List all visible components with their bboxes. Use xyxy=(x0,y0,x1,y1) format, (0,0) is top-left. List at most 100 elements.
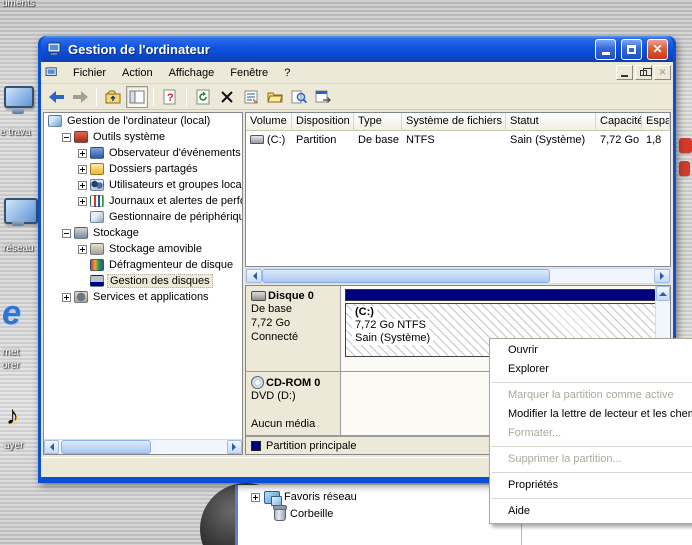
scrollbar-thumb[interactable] xyxy=(262,269,550,283)
up-level-button[interactable] xyxy=(102,86,124,108)
tree-item-gestion-ordinateur[interactable]: Gestion de l'ordinateur (local) xyxy=(44,113,242,129)
expand-icon[interactable] xyxy=(78,245,87,254)
forward-button[interactable] xyxy=(69,86,91,108)
ctx-aide[interactable]: Aide xyxy=(490,502,692,521)
child-restore-button[interactable] xyxy=(635,65,652,80)
toolbar: ? xyxy=(41,84,673,110)
ctx-modifier-lettre[interactable]: Modifier la lettre de lecteur et les che… xyxy=(490,405,692,424)
maximize-button[interactable] xyxy=(621,39,642,60)
column-header-statut[interactable]: Statut xyxy=(506,113,596,131)
tree-item-stockage[interactable]: Stockage xyxy=(44,225,242,241)
find-icon xyxy=(291,89,308,105)
ctx-supprimer-partition[interactable]: Supprimer la partition... xyxy=(490,450,692,469)
open-folder-button[interactable] xyxy=(264,86,286,108)
console-tree-pane[interactable]: Gestion de l'ordinateur (local) Outils s… xyxy=(43,112,243,455)
event-viewer-icon xyxy=(90,147,104,159)
ctx-ouvrir[interactable]: Ouvrir xyxy=(490,341,692,360)
child-minimize-button[interactable] xyxy=(616,65,633,80)
column-header-espace-libre[interactable]: Espace libre xyxy=(642,113,670,131)
primary-partition-color-swatch xyxy=(251,441,261,451)
scroll-left-button[interactable] xyxy=(246,269,262,283)
menu-aide[interactable]: ? xyxy=(276,64,298,82)
child-close-button[interactable]: ✕ xyxy=(654,65,671,80)
scroll-right-button[interactable] xyxy=(654,269,670,283)
media-player-icon[interactable]: ♪ xyxy=(6,402,19,428)
scroll-right-button[interactable] xyxy=(227,440,242,454)
back-button[interactable] xyxy=(45,86,67,108)
scrollbar-thumb[interactable] xyxy=(61,440,151,454)
partition-status: Sain (Système) xyxy=(352,332,433,345)
tree-item-label: Stockage xyxy=(91,227,141,239)
column-header-systeme-fichiers[interactable]: Système de fichiers xyxy=(402,113,506,131)
tree-item-defragmenteur[interactable]: Défragmenteur de disque xyxy=(44,257,242,273)
ctx-explorer[interactable]: Explorer xyxy=(490,360,692,379)
tree-item-corbeille[interactable]: Corbeille xyxy=(274,506,333,522)
expander-plus-icon[interactable] xyxy=(251,493,260,502)
scroll-up-button[interactable] xyxy=(656,286,670,301)
scroll-left-button[interactable] xyxy=(44,440,59,454)
my-computer-icon[interactable] xyxy=(4,86,34,108)
tree-item-gestionnaire-peripheriques[interactable]: Gestionnaire de périphérique xyxy=(44,209,242,225)
cdrom-header[interactable]: CD-ROM 0 DVD (D:) Aucun média xyxy=(246,372,341,435)
close-button[interactable]: ✕ xyxy=(647,39,668,60)
menu-fenetre[interactable]: Fenêtre xyxy=(222,64,276,82)
tree-item-outils-systeme[interactable]: Outils système xyxy=(44,129,242,145)
tree-item-observateur-evenements[interactable]: Observateur d'événements xyxy=(44,145,242,161)
expand-icon[interactable] xyxy=(78,149,87,158)
column-header-volume[interactable]: Volume xyxy=(246,113,292,131)
tree-horizontal-scrollbar[interactable] xyxy=(44,439,242,454)
tree-item-services-applications[interactable]: Services et applications xyxy=(44,289,242,305)
menu-affichage[interactable]: Affichage xyxy=(161,64,223,82)
my-computer-label[interactable]: e trava xyxy=(0,127,31,138)
device-manager-icon xyxy=(90,211,104,223)
expand-icon[interactable] xyxy=(78,181,87,190)
properties-button[interactable] xyxy=(240,86,262,108)
tree-item-stockage-amovible[interactable]: Stockage amovible xyxy=(44,241,242,257)
menu-fichier[interactable]: Fichier xyxy=(65,64,114,82)
tree-item-journaux-alertes[interactable]: Journaux et alertes de perfo xyxy=(44,193,242,209)
volume-row-c[interactable]: (C:) Partition De base NTFS Sain (Systèm… xyxy=(246,131,670,148)
tree-item-gestion-des-disques[interactable]: Gestion des disques xyxy=(44,273,242,289)
expand-icon[interactable] xyxy=(78,165,87,174)
back-icon xyxy=(48,89,65,105)
expand-icon[interactable] xyxy=(62,293,71,302)
internet-explorer-label-1[interactable]: rnet xyxy=(2,347,19,358)
disk0-header[interactable]: Disque 0 De base 7,72 Go Connecté xyxy=(246,286,341,371)
tree-item-dossiers-partages[interactable]: Dossiers partagés xyxy=(44,161,242,177)
refresh-button[interactable] xyxy=(192,86,214,108)
media-player-label[interactable]: ayer xyxy=(4,440,23,451)
list-horizontal-scrollbar[interactable] xyxy=(245,268,671,284)
ctx-formater[interactable]: Formater... xyxy=(490,424,692,443)
find-button[interactable] xyxy=(288,86,310,108)
help-sheet-button[interactable]: ? xyxy=(159,86,181,108)
tree-item-label: Défragmenteur de disque xyxy=(107,259,235,271)
minimize-button[interactable] xyxy=(595,39,616,60)
local-users-groups-icon xyxy=(90,179,104,191)
column-header-capacite[interactable]: Capacité xyxy=(596,113,642,131)
column-header-disposition[interactable]: Disposition xyxy=(292,113,354,131)
tree-item-favoris-reseau[interactable]: Favoris réseau xyxy=(251,489,357,505)
ctx-proprietes[interactable]: Propriétés xyxy=(490,476,692,495)
network-neighborhood-label[interactable]: réseau xyxy=(3,243,34,254)
volume-list[interactable]: Volume Disposition Type Système de fichi… xyxy=(245,112,671,267)
toolbar-separator xyxy=(153,88,154,106)
expand-icon[interactable] xyxy=(78,197,87,206)
collapse-icon[interactable] xyxy=(62,133,71,142)
disk-management-icon xyxy=(90,275,104,287)
child-window-icon[interactable] xyxy=(45,67,59,79)
column-header-type[interactable]: Type xyxy=(354,113,402,131)
tree-item-utilisateurs-groupes[interactable]: Utilisateurs et groupes locaux xyxy=(44,177,242,193)
disk0-type: De base xyxy=(251,302,337,316)
statut-cell: Sain (Système) xyxy=(506,131,596,148)
internet-explorer-label-2[interactable]: orer xyxy=(2,360,20,371)
network-neighborhood-icon[interactable] xyxy=(4,198,38,224)
collapse-icon[interactable] xyxy=(62,229,71,238)
menu-action[interactable]: Action xyxy=(114,64,161,82)
internet-explorer-icon[interactable]: e xyxy=(2,298,21,328)
delete-button[interactable] xyxy=(216,86,238,108)
export-list-button[interactable] xyxy=(312,86,334,108)
svg-text:?: ? xyxy=(167,92,174,104)
titlebar[interactable]: Gestion de l'ordinateur ✕ xyxy=(41,36,673,62)
ctx-marquer-active[interactable]: Marquer la partition comme active xyxy=(490,386,692,405)
show-hide-tree-button[interactable] xyxy=(126,86,148,108)
